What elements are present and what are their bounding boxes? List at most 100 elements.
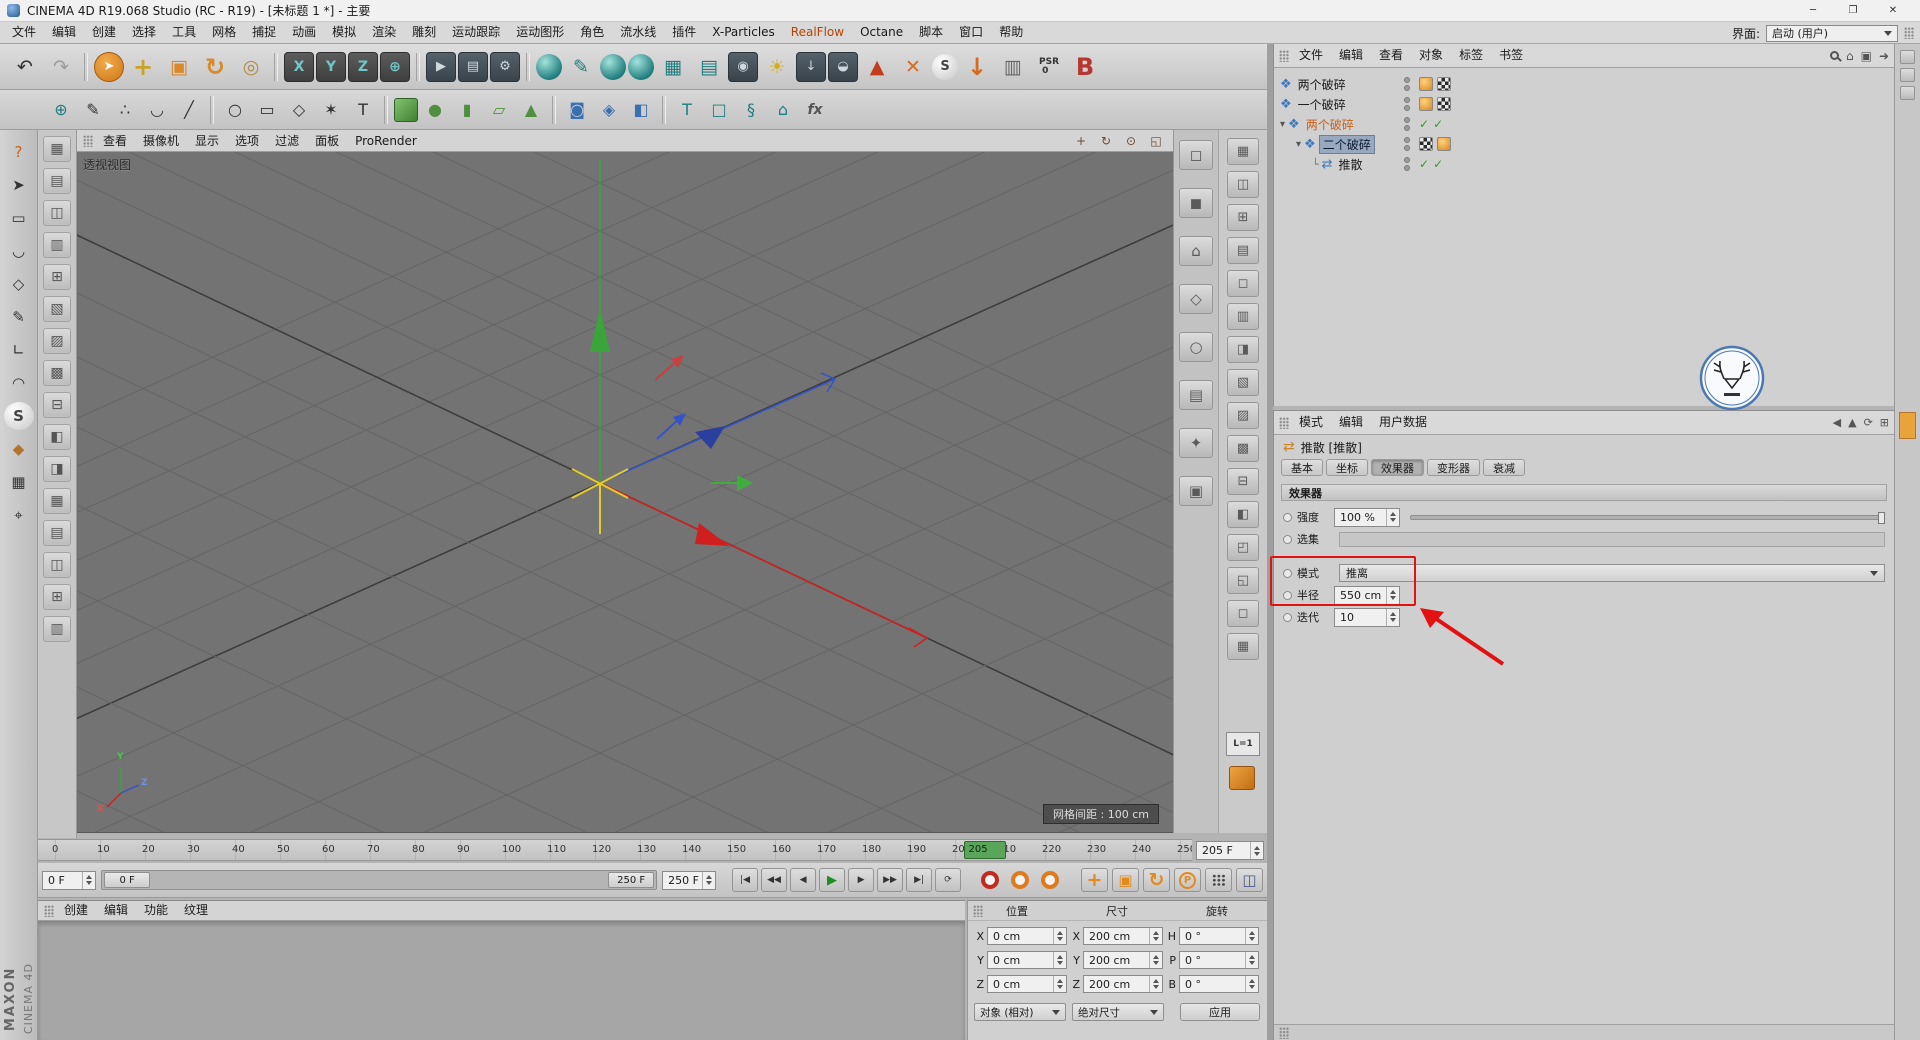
mograph-palette-icon[interactable]: ▤ xyxy=(43,520,71,546)
mograph-palette-icon[interactable]: ▤ xyxy=(43,168,71,194)
panel-icon[interactable]: ▣ xyxy=(1861,49,1872,63)
preset-icon[interactable]: ✦ xyxy=(1179,428,1213,458)
history-icon[interactable]: ⟳ xyxy=(1864,416,1873,429)
preset-icon-small[interactable]: ◰ xyxy=(1227,534,1259,561)
pyramid-primitive-icon[interactable]: ▲ xyxy=(516,95,546,125)
mograph-palette-icon[interactable]: ▥ xyxy=(43,232,71,258)
stepper-icon[interactable] xyxy=(1053,928,1066,944)
minimize-button[interactable]: ─ xyxy=(1793,0,1833,21)
spline-star-icon[interactable]: ✶ xyxy=(316,95,346,125)
texture-tag[interactable] xyxy=(1437,77,1451,91)
menu-sculpt[interactable]: 雕刻 xyxy=(404,22,444,43)
am-menu-userdata[interactable]: 用户数据 xyxy=(1371,412,1435,433)
bake-icon[interactable]: ↓ xyxy=(960,49,994,85)
dock-icon[interactable] xyxy=(1900,68,1915,82)
layout-select[interactable]: 启动 (用户) xyxy=(1766,24,1898,42)
size-mode-dropdown[interactable]: 绝对尺寸 xyxy=(1072,1003,1164,1021)
size-z-field[interactable]: 200 cm xyxy=(1083,975,1163,993)
texture-tag[interactable] xyxy=(1419,137,1433,151)
am-menu-edit[interactable]: 编辑 xyxy=(1331,412,1371,433)
hand-tool-icon[interactable]: ◠ xyxy=(4,369,34,397)
vp-menu-view[interactable]: 查看 xyxy=(95,131,135,151)
selection-cursor-icon[interactable]: ➤ xyxy=(4,171,34,199)
stepper-icon[interactable] xyxy=(702,871,715,889)
prev-frame-button[interactable]: ◀ xyxy=(790,868,817,892)
spline-text-icon[interactable]: T xyxy=(348,95,378,125)
menu-create[interactable]: 创建 xyxy=(84,22,124,43)
spline-nside-icon[interactable]: ◇ xyxy=(284,95,314,125)
vp-menu-prorender[interactable]: ProRender xyxy=(347,131,425,151)
mograph-palette-icon[interactable]: ▩ xyxy=(43,360,71,386)
mat-menu-texture[interactable]: 纹理 xyxy=(176,900,216,921)
current-frame-field[interactable]: 205 F xyxy=(1196,841,1264,860)
stepper-icon[interactable] xyxy=(1245,952,1258,968)
object-row[interactable]: ▾ ❖ 两个破碎 ✓ ✓ xyxy=(1274,114,1894,134)
visibility-dots[interactable] xyxy=(1404,117,1410,131)
menu-help[interactable]: 帮助 xyxy=(991,22,1031,43)
apply-button[interactable]: 应用 xyxy=(1180,1003,1260,1021)
menu-script[interactable]: 脚本 xyxy=(911,22,951,43)
effector-section-header[interactable]: 效果器 xyxy=(1281,484,1887,501)
mograph-palette-icon[interactable]: ▦ xyxy=(43,136,71,162)
strength-slider[interactable] xyxy=(1410,511,1885,524)
coord-mode-dropdown[interactable]: 对象 (相对) xyxy=(974,1003,1066,1021)
enabled-check-icon[interactable]: ✓ xyxy=(1433,117,1443,131)
recent-tool[interactable]: ◎ xyxy=(234,49,268,85)
menu-xparticles[interactable]: X-Particles xyxy=(704,22,783,43)
panel-icon[interactable]: ⊞ xyxy=(1880,416,1889,429)
attribute-tab[interactable]: 基本 xyxy=(1281,459,1323,476)
stepper-icon[interactable] xyxy=(1386,608,1399,626)
uv-grid-icon[interactable]: ▦ xyxy=(656,49,690,85)
floor-icon[interactable]: ↓ xyxy=(796,51,826,82)
sculpt-icon[interactable]: S xyxy=(3,402,34,430)
stepper-icon[interactable] xyxy=(1053,976,1066,992)
key-scale-toggle[interactable]: ▣ xyxy=(1112,868,1139,892)
preset-icon[interactable]: ⌂ xyxy=(1179,236,1213,266)
iteration-field[interactable]: 10 xyxy=(1334,607,1400,627)
sphere-primitive-icon[interactable]: ● xyxy=(420,95,450,125)
range-handle-start[interactable]: 0 F xyxy=(104,872,151,888)
vp-menu-panel[interactable]: 面板 xyxy=(307,131,347,151)
scale-tool[interactable]: ▣ xyxy=(162,49,196,85)
stepper-icon[interactable] xyxy=(1149,976,1162,992)
render-settings-button[interactable]: ⚙ xyxy=(490,51,520,82)
menu-pipeline[interactable]: 流水线 xyxy=(612,22,664,43)
coordinate-system-button[interactable]: ⊕ xyxy=(380,51,410,82)
mograph-palette-icon[interactable]: ◫ xyxy=(43,552,71,578)
stepper-icon[interactable] xyxy=(1250,842,1263,859)
mograph-palette-icon[interactable]: ◫ xyxy=(43,200,71,226)
xpresso-icon[interactable]: fx xyxy=(800,95,830,125)
sweep-generator-icon[interactable]: § xyxy=(736,95,766,125)
drag-handle-icon[interactable] xyxy=(1904,27,1914,39)
next-frame-button[interactable]: ▶ xyxy=(848,868,875,892)
object-label[interactable]: 一个破碎 xyxy=(1295,96,1349,113)
pen-tool-icon[interactable]: ✎ xyxy=(78,95,108,125)
preset-icon-small[interactable]: ◧ xyxy=(1227,501,1259,528)
menu-plugins[interactable]: 插件 xyxy=(664,22,704,43)
extrude-generator-icon[interactable]: □ xyxy=(704,95,734,125)
line-tool-icon[interactable]: ╱ xyxy=(174,95,204,125)
mograph-palette-icon[interactable]: ▥ xyxy=(43,616,71,642)
mograph-palette-icon[interactable]: ▦ xyxy=(43,488,71,514)
material-tag[interactable] xyxy=(1419,97,1433,111)
visibility-dots[interactable] xyxy=(1404,157,1410,171)
object-label[interactable]: 两个破碎 xyxy=(1303,116,1357,133)
menu-edit[interactable]: 编辑 xyxy=(44,22,84,43)
menu-render[interactable]: 渲染 xyxy=(364,22,404,43)
preset-icon-small[interactable]: ◫ xyxy=(1227,171,1259,198)
om-menu-view[interactable]: 查看 xyxy=(1371,45,1411,66)
preset-icon-small[interactable]: ◨ xyxy=(1227,336,1259,363)
size-y-field[interactable]: 200 cm xyxy=(1083,951,1163,969)
menu-snap[interactable]: 捕捉 xyxy=(244,22,284,43)
preset-icon-small[interactable]: ⊞ xyxy=(1227,204,1259,231)
cylinder-primitive-icon[interactable]: ▮ xyxy=(452,95,482,125)
menu-tools[interactable]: 工具 xyxy=(164,22,204,43)
spline-rectangle-icon[interactable]: ▭ xyxy=(252,95,282,125)
preset-icon-small[interactable]: ▥ xyxy=(1227,303,1259,330)
back-icon[interactable]: ◀ xyxy=(1833,416,1841,429)
lathe-generator-icon[interactable]: ⌂ xyxy=(768,95,798,125)
mode-dropdown[interactable]: 推离 xyxy=(1339,564,1885,582)
texture-mode-icon[interactable]: ▦ xyxy=(4,468,34,496)
rot-h-field[interactable]: 0 ° xyxy=(1179,927,1259,945)
menu-file[interactable]: 文件 xyxy=(4,22,44,43)
